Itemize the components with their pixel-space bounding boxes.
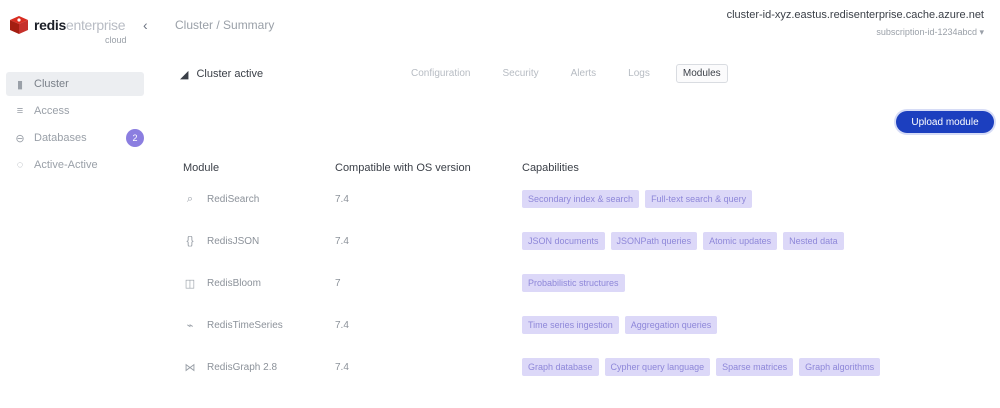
bloom-module-icon: ◫ (184, 277, 196, 290)
brand-sub: cloud (105, 35, 127, 45)
cluster-status: ◢ Cluster active (180, 68, 263, 81)
sidebar-item-label: Active-Active (34, 159, 98, 171)
compat-version: 7.4 (335, 193, 349, 205)
upload-module-button[interactable]: Upload module (896, 111, 994, 133)
column-header-capabilities: Capabilities (522, 162, 579, 174)
capability-chip[interactable]: Sparse matrices (716, 358, 794, 376)
status-indicator-icon: ◢ (180, 68, 189, 81)
tab-security[interactable]: Security (496, 65, 544, 82)
tab-configuration[interactable]: Configuration (405, 65, 476, 82)
collapse-sidebar-icon[interactable]: ‹ (143, 17, 148, 33)
capability-chip[interactable]: Aggregation queries (624, 316, 718, 334)
table-row[interactable]: ◫ RedisBloom 7 Probabilistic structures (183, 262, 983, 304)
database-icon: ⊖ (15, 132, 25, 145)
table-row[interactable]: ⌁ RedisTimeSeries 7.4 Time series ingest… (183, 304, 983, 346)
sidebar-item-cluster[interactable]: ▮ Cluster (6, 72, 144, 96)
capability-chip[interactable]: Nested data (783, 232, 844, 250)
sidebar: redisenterprise cloud ‹ ▮ Cluster ≡ Acce… (0, 0, 155, 408)
capability-chip[interactable]: Graph algorithms (799, 358, 881, 376)
brand-logo[interactable]: redisenterprise (8, 14, 126, 36)
module-cell: ⋈ RedisGraph 2.8 (183, 361, 335, 374)
capability-chip[interactable]: Full-text search & query (645, 190, 753, 208)
capabilities-cell: Probabilistic structures (522, 274, 983, 292)
table-row[interactable]: ⌕ RediSearch 7.4 Secondary index & searc… (183, 178, 983, 220)
tab-logs[interactable]: Logs (622, 65, 656, 82)
module-name: RedisJSON (207, 235, 260, 247)
capability-chip[interactable]: Graph database (522, 358, 599, 376)
column-header-module[interactable]: Module (183, 162, 335, 174)
active-active-icon: ◌ (16, 159, 24, 171)
capability-chip[interactable]: JSONPath queries (610, 232, 698, 250)
search-module-icon: ⌕ (186, 192, 194, 205)
table-header: Module Compatible with OS version Capabi… (183, 158, 983, 178)
module-name: RedisTimeSeries (207, 319, 283, 331)
cluster-toolbar: ◢ Cluster active Configuration Security … (180, 62, 970, 86)
module-cell: ◫ RedisBloom (183, 277, 335, 290)
sidebar-item-active-active[interactable]: ◌ Active-Active (6, 153, 144, 177)
sidebar-nav: ▮ Cluster ≡ Access ⊖ Databases 2 ◌ Activ… (6, 72, 144, 180)
compat-version: 7 (335, 277, 341, 289)
section-tabs: Configuration Security Alerts Logs Modul… (405, 64, 748, 83)
capabilities-cell: JSON documents JSONPath queries Atomic u… (522, 232, 983, 250)
user-menu[interactable]: cluster-id-xyz.eastus.redisenterprise.ca… (727, 9, 984, 38)
sidebar-item-label: Access (34, 105, 70, 117)
tab-modules[interactable]: Modules (675, 64, 728, 83)
graph-module-icon: ⋈ (184, 361, 196, 374)
module-name: RedisGraph 2.8 (207, 361, 278, 373)
compat-version: 7.4 (335, 319, 349, 331)
databases-count-badge: 2 (126, 129, 144, 147)
module-name: RedisBloom (207, 277, 261, 289)
subscription-selector[interactable]: subscription-id-1234abcd ▾ (727, 27, 984, 38)
timeseries-module-icon: ⌁ (186, 319, 194, 332)
module-cell: {} RedisJSON (183, 235, 335, 247)
sidebar-item-access[interactable]: ≡ Access (6, 99, 144, 123)
module-name: RediSearch (207, 193, 260, 205)
capabilities-cell: Graph database Cypher query language Spa… (522, 358, 983, 376)
module-cell: ⌕ RediSearch (183, 193, 335, 206)
capability-chip[interactable]: Cypher query language (604, 358, 711, 376)
capability-chip[interactable]: Secondary index & search (522, 190, 640, 208)
cluster-status-label: Cluster active (196, 68, 264, 80)
module-cell: ⌁ RedisTimeSeries (183, 319, 335, 332)
cluster-icon: ▮ (16, 78, 24, 91)
compat-version: 7.4 (335, 361, 349, 373)
sidebar-item-label: Cluster (34, 78, 69, 90)
brand-name: redisenterprise (34, 17, 126, 33)
compat-version: 7.4 (335, 235, 349, 247)
capabilities-cell: Time series ingestion Aggregation querie… (522, 316, 983, 334)
capability-chip[interactable]: Time series ingestion (522, 316, 619, 334)
capability-chip[interactable]: Probabilistic structures (522, 274, 625, 292)
column-header-compat[interactable]: Compatible with OS version (335, 162, 522, 174)
capabilities-cell: Secondary index & search Full-text searc… (522, 190, 983, 208)
table-row[interactable]: ⋈ RedisGraph 2.8 7.4 Graph database Cyph… (183, 346, 983, 388)
capability-chip[interactable]: JSON documents (522, 232, 605, 250)
redis-cube-icon (8, 14, 30, 36)
user-email: cluster-id-xyz.eastus.redisenterprise.ca… (726, 9, 984, 21)
modules-table: Module Compatible with OS version Capabi… (183, 158, 983, 388)
sidebar-item-label: Databases (34, 132, 87, 144)
json-module-icon: {} (186, 235, 194, 247)
access-icon: ≡ (16, 105, 24, 117)
capability-chip[interactable]: Atomic updates (703, 232, 778, 250)
sidebar-item-databases[interactable]: ⊖ Databases 2 (6, 126, 144, 150)
breadcrumb[interactable]: Cluster / Summary (175, 18, 274, 32)
table-row[interactable]: {} RedisJSON 7.4 JSON documents JSONPath… (183, 220, 983, 262)
tab-alerts[interactable]: Alerts (565, 65, 603, 82)
